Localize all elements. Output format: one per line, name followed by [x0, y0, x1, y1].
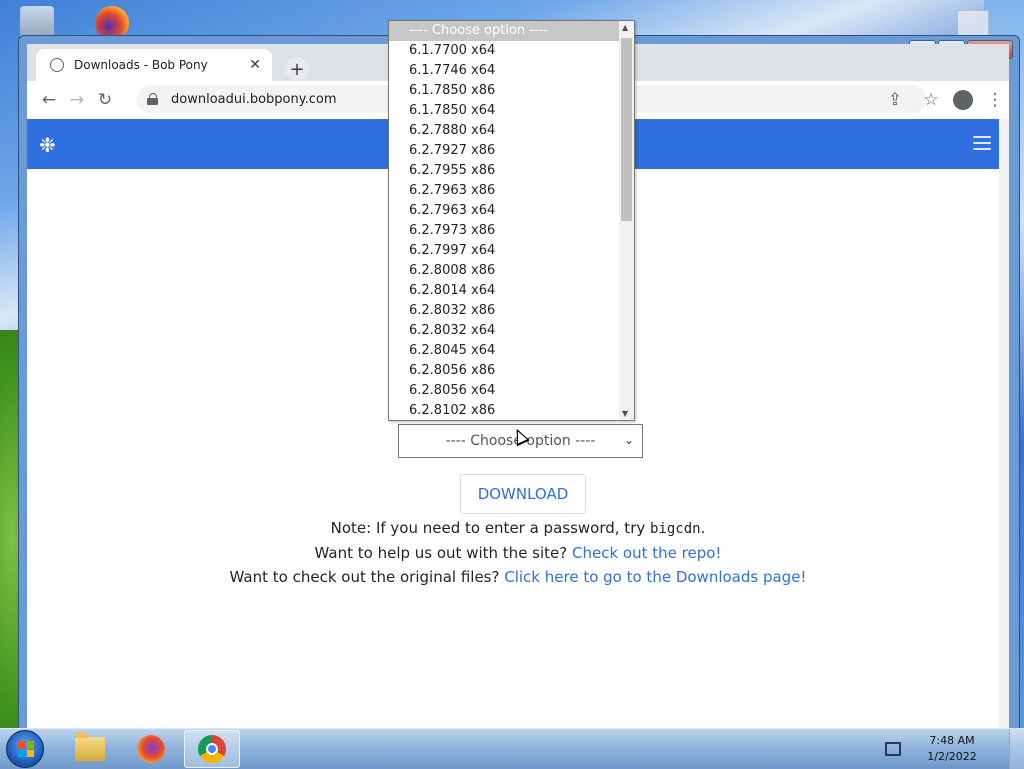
dropdown-option[interactable]: 6.2.7927 x86 — [389, 141, 620, 161]
help-text: Want to help us out with the site? — [314, 544, 573, 562]
taskbar: 7:48 AM 1/2/2022 — [0, 728, 1024, 769]
password-code: bigcdn — [650, 521, 701, 537]
dropdown-option[interactable]: 6.2.8014 x64 — [389, 281, 620, 301]
browser-menu-icon[interactable]: ⋮ — [981, 86, 1009, 114]
dropdown-options: ---- Choose option ---- 6.1.7700 x64 6.1.7… — [389, 21, 620, 420]
dropdown-option[interactable]: 6.2.7973 x86 — [389, 221, 620, 241]
network-icon[interactable] — [885, 742, 901, 756]
dropdown-option[interactable]: 6.2.7963 x86 — [389, 181, 620, 201]
tab-downloads[interactable]: Downloads - Bob Pony ✕ — [36, 49, 272, 81]
bookmark-star-icon[interactable]: ☆ — [917, 86, 945, 114]
repo-link[interactable]: Check out the repo! — [572, 544, 721, 562]
dropdown-option[interactable]: 6.2.8102 x86 — [389, 401, 620, 420]
downloads-page-link[interactable]: Click here to go to the Downloads page! — [504, 568, 806, 586]
site-logo-icon[interactable]: ❉ — [39, 133, 63, 157]
scroll-up-icon[interactable]: ▲ — [622, 23, 628, 32]
dropdown-option[interactable]: 6.2.7955 x86 — [389, 161, 620, 181]
dropdown-option[interactable]: ---- Choose option ---- — [389, 21, 620, 41]
tab-title: Downloads - Bob Pony — [74, 58, 208, 72]
share-icon[interactable]: ⇪ — [881, 86, 909, 114]
globe-icon — [50, 58, 64, 72]
repo-note: Want to help us out with the site? Check… — [27, 544, 1009, 562]
dropdown-scroll-thumb[interactable] — [621, 38, 632, 221]
chrome-icon — [198, 735, 226, 763]
dropdown-option[interactable]: 6.2.7880 x64 — [389, 121, 620, 141]
download-button[interactable]: DOWNLOAD — [460, 474, 586, 514]
dropdown-option[interactable]: 6.1.7850 x86 — [389, 81, 620, 101]
dropdown-option[interactable]: 6.2.7997 x64 — [389, 241, 620, 261]
chevron-down-icon: ⌄ — [623, 433, 634, 447]
version-dropdown-list[interactable]: ---- Choose option ---- 6.1.7700 x64 6.1.7… — [388, 20, 635, 421]
system-tray: 7:48 AM 1/2/2022 — [885, 729, 1024, 769]
clock[interactable]: 7:48 AM 1/2/2022 — [917, 733, 987, 765]
firefox-icon — [137, 735, 165, 763]
taskbar-file-explorer[interactable] — [62, 730, 118, 768]
dropdown-scrollbar[interactable]: ▲ ▼ — [619, 21, 634, 420]
dropdown-option[interactable]: 6.2.8008 x86 — [389, 261, 620, 281]
new-tab-button[interactable]: + — [285, 57, 309, 81]
url-text[interactable]: downloadui.bobpony.com — [171, 92, 336, 107]
dropdown-option[interactable]: 6.1.7850 x64 — [389, 101, 620, 121]
dropdown-option[interactable]: 6.2.8032 x64 — [389, 321, 620, 341]
lock-icon[interactable] — [147, 93, 159, 105]
dropdown-option[interactable]: 6.2.8045 x64 — [389, 341, 620, 361]
close-tab-icon[interactable]: ✕ — [246, 57, 264, 73]
taskbar-chrome[interactable] — [184, 730, 240, 768]
hamburger-menu-icon[interactable] — [973, 136, 991, 154]
back-icon[interactable]: ← — [35, 86, 63, 114]
clock-time: 7:48 AM — [929, 734, 975, 747]
start-button[interactable] — [6, 730, 44, 768]
windows-logo-icon — [18, 741, 34, 757]
taskbar-firefox[interactable] — [123, 730, 179, 768]
scroll-down-icon[interactable]: ▼ — [622, 409, 628, 418]
folder-icon — [75, 732, 105, 761]
dropdown-option[interactable]: 6.1.7746 x64 — [389, 61, 620, 81]
dropdown-option[interactable]: 6.2.8056 x64 — [389, 381, 620, 401]
note-period: . — [700, 519, 706, 537]
dropdown-option[interactable]: 6.2.8056 x86 — [389, 361, 620, 381]
dropdown-option[interactable]: 6.2.8032 x86 — [389, 301, 620, 321]
profile-avatar[interactable] — [953, 90, 973, 110]
forward-icon[interactable]: → — [63, 86, 91, 114]
show-desktop-button[interactable] — [1009, 729, 1024, 769]
page-scrollbar[interactable] — [999, 119, 1009, 733]
files-text: Want to check out the original files? — [229, 568, 505, 586]
clock-date: 1/2/2022 — [927, 750, 977, 763]
reload-icon[interactable]: ↻ — [91, 86, 119, 114]
downloads-note: Want to check out the original files? Cl… — [27, 568, 1009, 586]
note-text: Note: If you need to enter a password, t… — [330, 519, 651, 537]
password-note: Note: If you need to enter a password, t… — [27, 519, 1009, 537]
toolbar-actions: ⇪ ☆ ⋮ — [881, 86, 1009, 114]
dropdown-option[interactable]: 6.2.7963 x64 — [389, 201, 620, 221]
dropdown-option[interactable]: 6.1.7700 x64 — [389, 41, 620, 61]
